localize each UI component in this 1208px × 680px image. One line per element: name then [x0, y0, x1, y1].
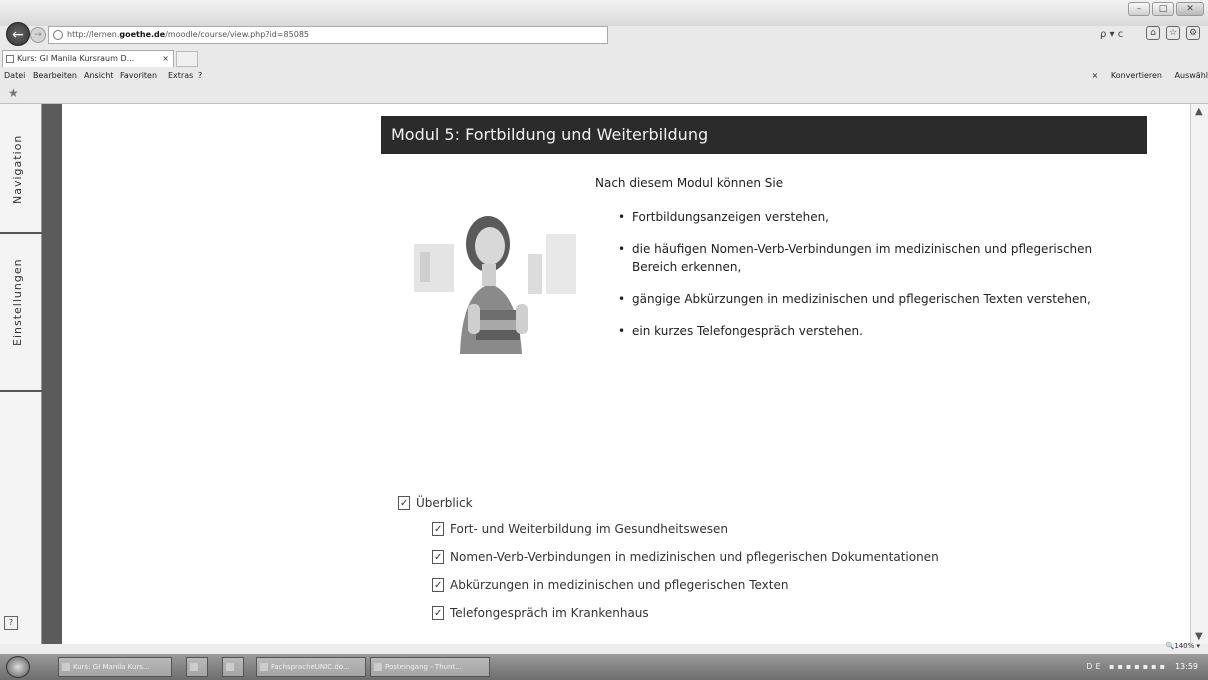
- resource-label: Fort- und Weiterbildung im Gesundheitswe…: [450, 522, 729, 536]
- maximize-button[interactable]: □: [1152, 2, 1174, 16]
- tab-favicon-icon: [6, 55, 14, 63]
- taskbar: Kurs: GI Manila Kurs... FachspracheUNIC.…: [0, 654, 1208, 680]
- favorites-bar: ★: [0, 84, 1208, 104]
- menu-favoriten[interactable]: Favoriten: [120, 68, 157, 84]
- taskbar-item-word[interactable]: FachspracheUNIC.do...: [256, 657, 366, 677]
- zoom-value: 140%: [1174, 642, 1195, 650]
- document-icon: [398, 495, 410, 513]
- help-icon[interactable]: ?: [4, 616, 18, 630]
- navigation-row: ← → http://lernen.goethe.de/moodle/cours…: [0, 22, 1208, 48]
- menu-help[interactable]: ?: [198, 68, 202, 84]
- page-icon: [53, 30, 63, 40]
- new-tab-button[interactable]: [176, 51, 198, 67]
- menu-extras[interactable]: Extras: [168, 68, 193, 84]
- sidebar-tab-settings[interactable]: Einstellungen: [0, 234, 42, 392]
- sidebar-divider: [42, 104, 62, 644]
- taskbar-item-explorer[interactable]: [186, 657, 208, 677]
- language-indicator: DE: [1086, 662, 1104, 671]
- select-button[interactable]: Auswähl: [1175, 71, 1208, 80]
- document-icon: [432, 577, 444, 595]
- resource-label: Überblick: [416, 496, 473, 510]
- module-header: Modul 5: Fortbildung und Weiterbildung: [381, 116, 1147, 154]
- tab-close-icon[interactable]: ×: [162, 51, 169, 67]
- module-intro: Nach diesem Modul können Sie: [595, 176, 784, 190]
- address-bar[interactable]: http://lernen.goethe.de/moodle/course/vi…: [48, 26, 608, 44]
- minimize-button[interactable]: –: [1128, 2, 1150, 16]
- taskbar-item-media[interactable]: [222, 657, 244, 677]
- zoom-level[interactable]: 🔍140% ▾: [1166, 642, 1200, 650]
- scroll-up-icon[interactable]: ▲: [1195, 106, 1203, 117]
- menu-bar: Datei Bearbeiten Ansicht Favoriten Extra…: [0, 68, 1208, 84]
- settings-gear-icon[interactable]: ⚙: [1186, 26, 1200, 40]
- favorites-bar-star-icon[interactable]: ★: [8, 86, 19, 100]
- status-bar: 🔍140% ▾: [0, 642, 1208, 654]
- document-icon: [432, 549, 444, 567]
- sidebar-tab-navigation[interactable]: Navigation: [0, 104, 42, 234]
- taskbar-item-browser[interactable]: Kurs: GI Manila Kurs...: [58, 657, 172, 677]
- menu-ansicht[interactable]: Ansicht: [84, 68, 114, 84]
- resource-label: Abkürzungen in medizinischen und pfleger…: [450, 578, 789, 592]
- tab-title: Kurs: GI Manila Kursraum D...: [17, 54, 135, 63]
- learning-goal: die häufigen Nomen-Verb-Verbindungen im …: [614, 240, 1094, 276]
- search-refresh-controls[interactable]: ρ ▾ c: [1100, 29, 1123, 40]
- close-window-button[interactable]: ✕: [1176, 2, 1204, 16]
- scroll-down-icon[interactable]: ▼: [1195, 631, 1203, 642]
- taskbar-clock: 13:59: [1174, 662, 1198, 671]
- menu-bearbeiten[interactable]: Bearbeiten: [33, 68, 77, 84]
- learning-goal: ein kurzes Telefongespräch verstehen.: [614, 322, 1094, 340]
- system-tray[interactable]: DE ▪▪▪▪▪▪▪: [1086, 662, 1168, 671]
- convert-button[interactable]: Konvertieren: [1111, 71, 1162, 80]
- sidebar-tab-settings-label: Einstellungen: [11, 258, 24, 346]
- url-path: /moodle/course/view.php?id=85085: [165, 30, 309, 39]
- tab-row: Kurs: GI Manila Kursraum D... ×: [0, 50, 1208, 68]
- dock-sidebar: Navigation Einstellungen ?: [0, 104, 42, 644]
- menu-datei[interactable]: Datei: [4, 68, 25, 84]
- resource-label: Telefongespräch im Krankenhaus: [450, 606, 649, 620]
- document-icon: [432, 605, 444, 623]
- browser-tab[interactable]: Kurs: GI Manila Kursraum D... ×: [2, 50, 174, 67]
- toolbar-close-icon[interactable]: ×: [1092, 71, 1099, 80]
- url-host: goethe.de: [119, 30, 166, 39]
- module-title: Modul 5: Fortbildung und Weiterbildung: [391, 125, 709, 144]
- nurse-illustration: [414, 216, 576, 354]
- vertical-scrollbar[interactable]: ▲ ▼: [1190, 104, 1208, 644]
- learning-goal: Fortbildungsanzeigen verstehen,: [614, 208, 1094, 226]
- forward-button[interactable]: →: [30, 27, 46, 43]
- home-icon[interactable]: ⌂: [1146, 26, 1160, 40]
- browser-chrome: – □ ✕ ← → http://lernen.goethe.de/moodle…: [0, 0, 1208, 104]
- resource-label: Nomen-Verb-Verbindungen in medizinischen…: [450, 550, 939, 564]
- url-prefix: http://lernen.: [67, 30, 120, 39]
- learning-goals-list: Fortbildungsanzeigen verstehen, die häuf…: [614, 208, 1094, 354]
- document-icon: [432, 521, 444, 539]
- back-button[interactable]: ←: [6, 22, 30, 46]
- favorites-star-icon[interactable]: ☆: [1166, 26, 1180, 40]
- learning-goal: gängige Abkürzungen in medizinischen und…: [614, 290, 1094, 308]
- start-button[interactable]: [6, 656, 30, 678]
- page-content: Navigation Einstellungen ? Modul 5: Fort…: [0, 104, 1208, 644]
- toolbar-icons: ⌂ ☆ ⚙: [1146, 26, 1200, 40]
- sidebar-tab-navigation-label: Navigation: [11, 134, 24, 204]
- toolbar-right: × Konvertieren Auswähl: [1082, 68, 1208, 84]
- taskbar-item-mail[interactable]: Posteingang - Thunt...: [370, 657, 490, 677]
- window-controls: – □ ✕: [1128, 2, 1204, 16]
